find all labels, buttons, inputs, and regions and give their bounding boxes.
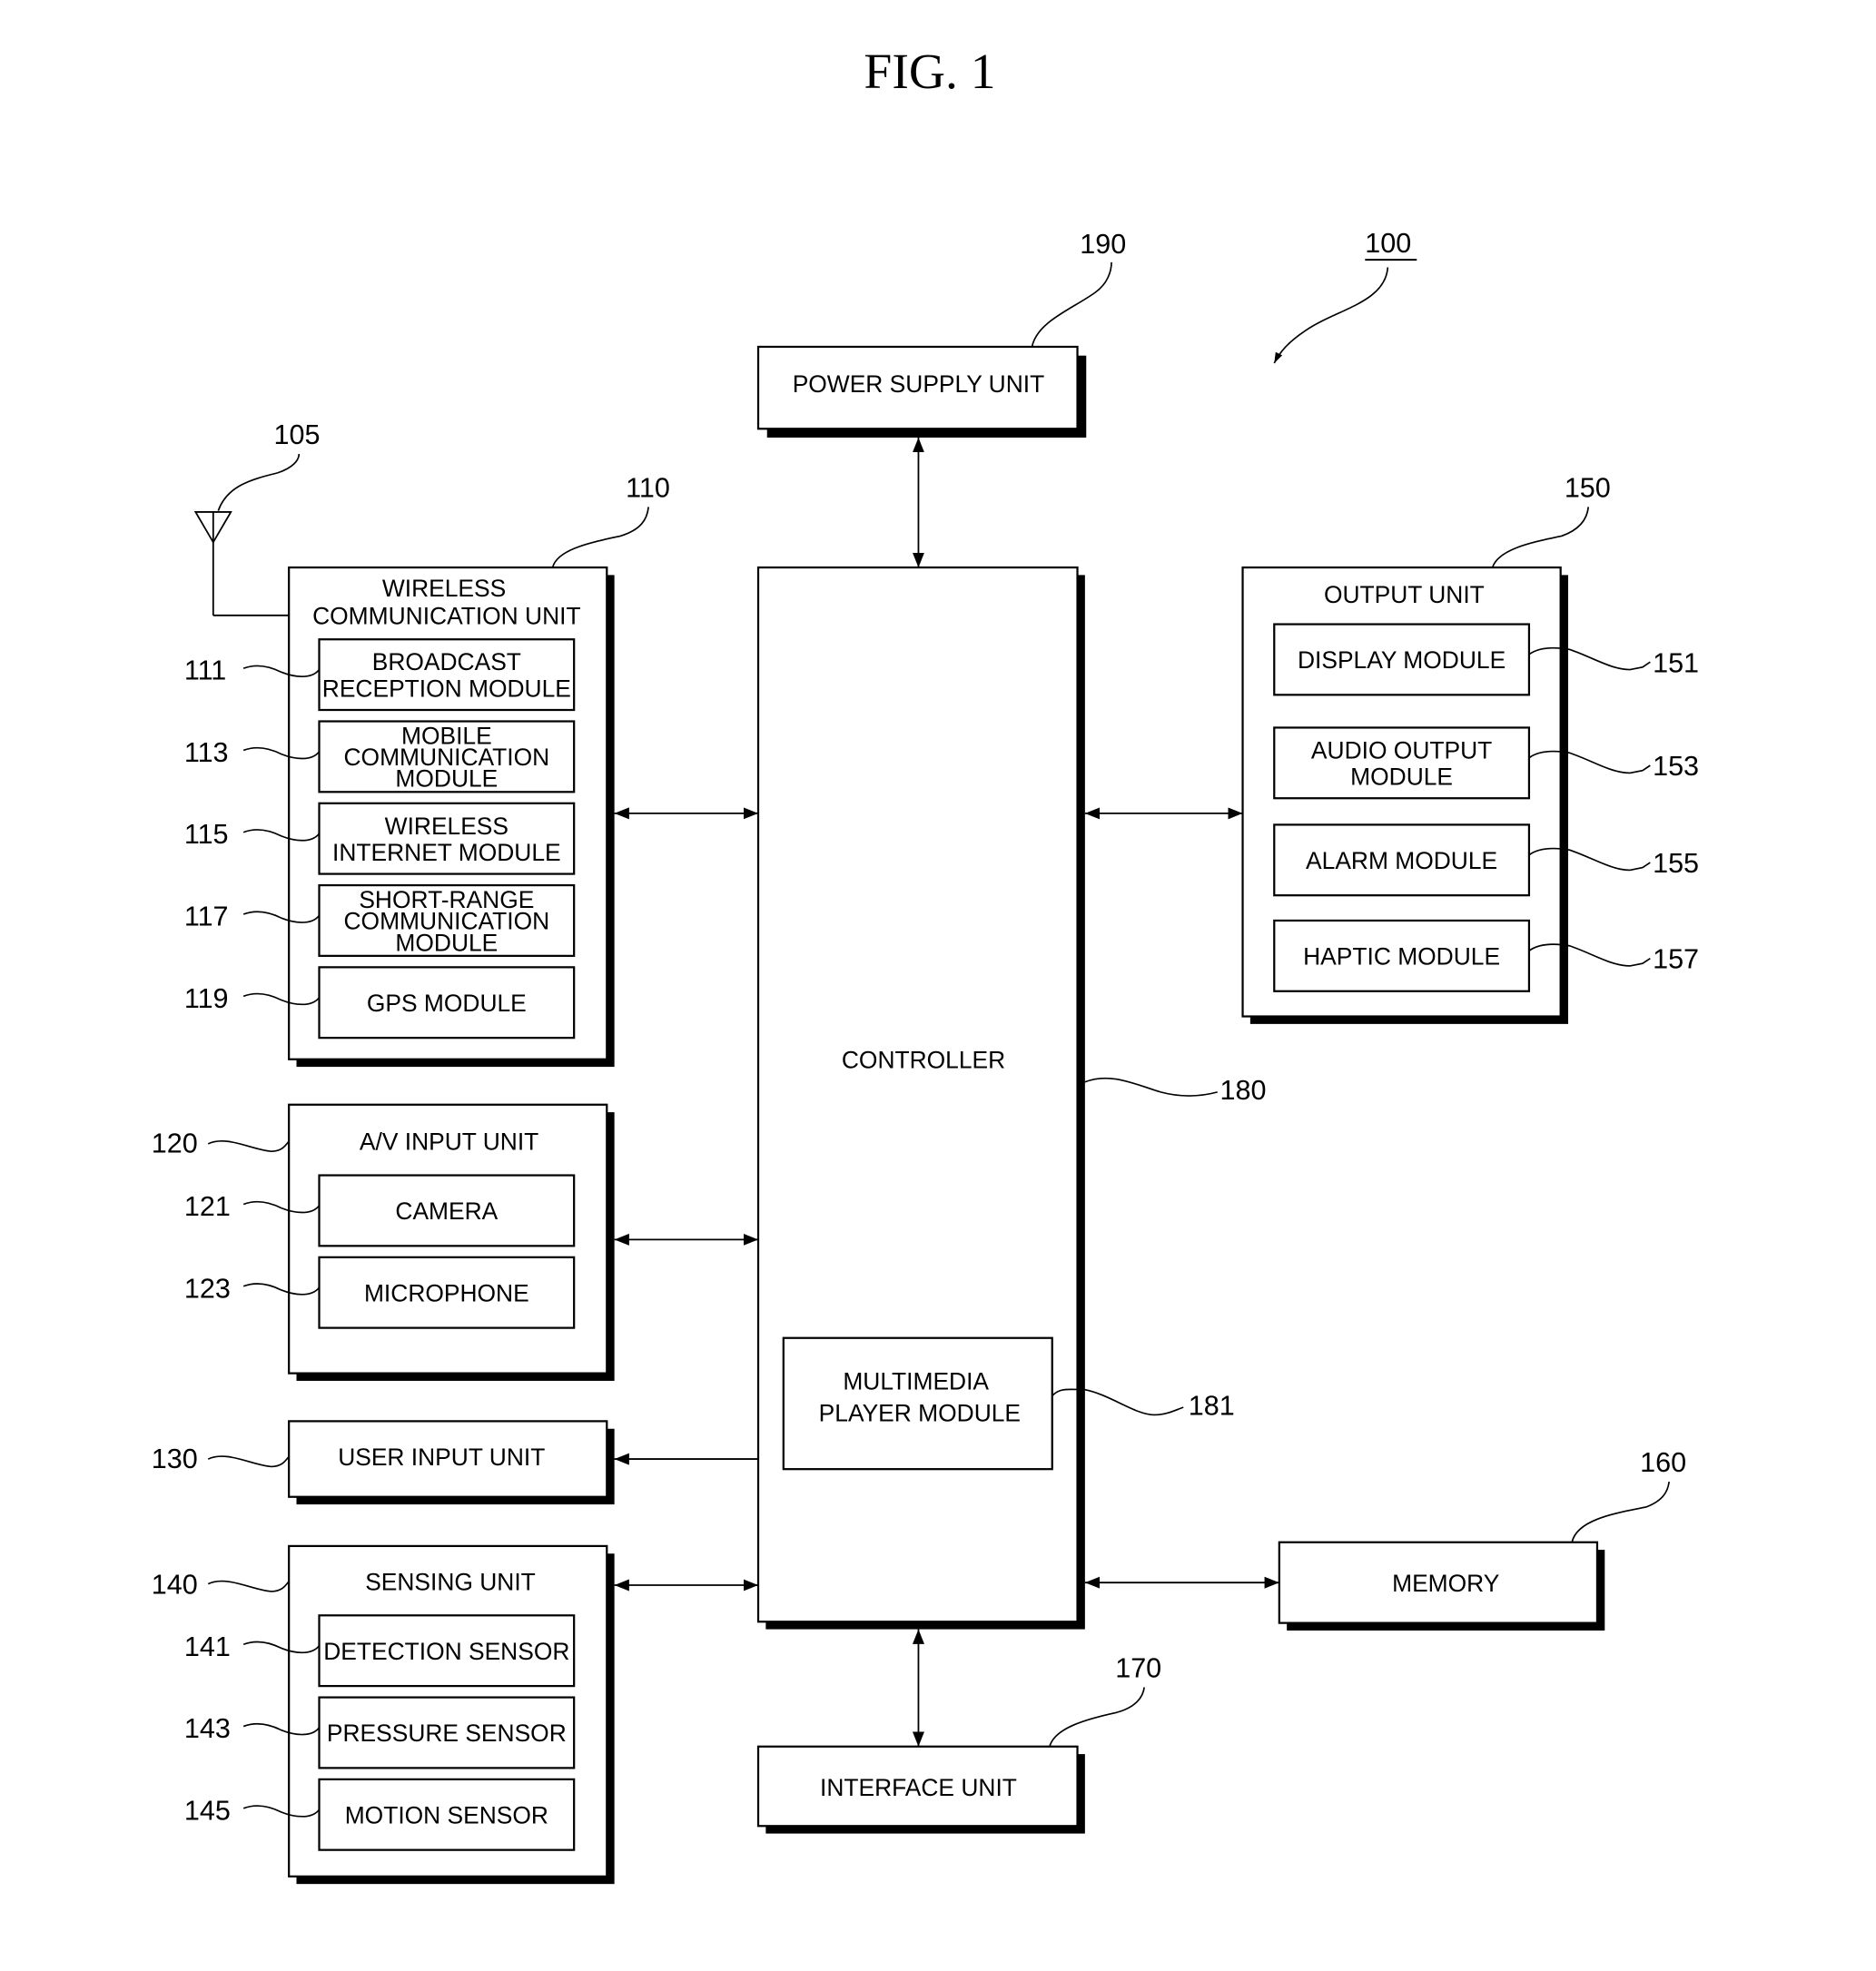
interface-ref: 170 (1115, 1652, 1161, 1683)
sensing-module-label: DETECTION SENSOR (323, 1638, 569, 1665)
wireless-module-ref: 111 (184, 655, 226, 686)
memory: MEMORY 160 (1278, 1447, 1686, 1631)
memory-ref: 160 (1640, 1447, 1686, 1478)
wireless-module-ref: 119 (184, 983, 229, 1014)
output-module-155: ALARM MODULE 155 (1273, 823, 1699, 897)
sensing-module-label: PRESSURE SENSOR (327, 1720, 567, 1747)
av-module-label: MICROPHONE (364, 1279, 529, 1306)
wireless-module-119: GPS MODULE 119 (184, 966, 576, 1040)
multimedia-player-module: MULTIMEDIA PLAYER MODULE 181 (782, 1336, 1235, 1471)
wireless-module-label: BROADCAST (372, 648, 521, 675)
wireless-label-1: WIRELESS (382, 575, 506, 602)
controller: CONTROLLER 180 MULTIMEDIA PLAYER MODULE … (756, 566, 1267, 1630)
av-module-123: MICROPHONE 123 (184, 1256, 576, 1329)
device-arrow-icon (1273, 267, 1389, 364)
sensing-unit: SENSING UNIT 140 DETECTION SENSOR 141 PRES… (152, 1544, 615, 1885)
power-supply-label: POWER SUPPLY UNIT (793, 370, 1045, 398)
sensing-ref: 140 (152, 1570, 198, 1601)
power-supply-unit: POWER SUPPLY UNIT 190 (756, 229, 1126, 438)
wireless-module-label: WIRELESS (385, 813, 508, 840)
av-module-ref: 123 (184, 1273, 231, 1304)
wireless-module-label: MODULE (395, 765, 498, 793)
multimedia-label-2: PLAYER MODULE (819, 1399, 1021, 1426)
sensing-module-145: MOTION SENSOR 145 (184, 1778, 576, 1851)
output-module-151: DISPLAY MODULE 151 (1273, 623, 1699, 696)
output-module-153: AUDIO OUTPUTMODULE 153 (1273, 726, 1699, 800)
output-module-ref: 155 (1653, 848, 1699, 879)
sensing-module-ref: 141 (184, 1631, 231, 1662)
av-module-ref: 121 (184, 1191, 231, 1222)
multimedia-ref: 181 (1189, 1390, 1235, 1421)
wireless-module-115: WIRELESSINTERNET MODULE 115 (184, 802, 576, 875)
sensing-module-141: DETECTION SENSOR 141 (184, 1614, 576, 1688)
sensing-module-143: PRESSURE SENSOR 143 (184, 1696, 576, 1769)
output-label: OUTPUT UNIT (1324, 581, 1485, 608)
interface-label: INTERFACE UNIT (820, 1774, 1017, 1801)
av-input-ref: 120 (152, 1128, 198, 1159)
power-supply-ref: 190 (1080, 229, 1126, 260)
device-ref-100: 100 (1273, 228, 1417, 364)
user-input-ref: 130 (152, 1444, 198, 1474)
output-ref: 150 (1565, 472, 1611, 503)
wireless-module-label: MODULE (395, 929, 498, 956)
wireless-module-111: BROADCASTRECEPTION MODULE 111 (184, 638, 576, 712)
wireless-ref: 110 (626, 472, 670, 503)
output-module-label: DISPLAY MODULE (1298, 646, 1506, 674)
wireless-module-ref: 115 (184, 819, 229, 850)
device-ref-label: 100 (1365, 228, 1411, 259)
antenna-ref: 105 (273, 419, 320, 450)
user-input-label: USER INPUT UNIT (338, 1444, 545, 1471)
figure-title: FIG. 1 (864, 44, 995, 100)
output-module-label: ALARM MODULE (1306, 847, 1497, 874)
output-module-ref: 157 (1653, 944, 1699, 975)
output-module-ref: 151 (1653, 647, 1699, 678)
output-module-157: HAPTIC MODULE 157 (1273, 919, 1699, 992)
sensing-module-label: MOTION SENSOR (345, 1801, 548, 1828)
user-input-unit: USER INPUT UNIT 130 (152, 1420, 615, 1505)
memory-label: MEMORY (1392, 1570, 1500, 1597)
output-module-label: AUDIO OUTPUT (1311, 736, 1492, 764)
av-module-121: CAMERA 121 (184, 1174, 576, 1247)
wireless-module-113: MOBILECOMMUNICATIONMODULE113 (184, 720, 576, 793)
output-module-ref: 153 (1653, 751, 1699, 782)
output-module-label: HAPTIC MODULE (1303, 943, 1500, 971)
output-unit: OUTPUT UNIT 150 DISPLAY MODULE 151 AUDIO O… (1241, 472, 1699, 1024)
wireless-label-2: COMMUNICATION UNIT (312, 603, 581, 630)
wireless-module-ref: 113 (184, 737, 229, 768)
sensing-label: SENSING UNIT (365, 1569, 536, 1596)
wireless-communication-unit: WIRELESS COMMUNICATION UNIT 110 BROADCAS… (184, 472, 670, 1068)
wireless-module-117: SHORT-RANGECOMMUNICATIONMODULE117 (184, 883, 576, 957)
av-input-unit: A/V INPUT UNIT 120 CAMERA 121 MICROPHONE 12… (152, 1103, 615, 1381)
output-module-label: MODULE (1350, 764, 1453, 791)
sensing-module-ref: 143 (184, 1713, 231, 1744)
av-module-label: CAMERA (395, 1197, 498, 1225)
wireless-module-label: GPS MODULE (367, 990, 527, 1017)
block-diagram: FIG. 1 100 105 POWER SUPPLY UNIT 190 CON… (152, 44, 1699, 1885)
wireless-module-label: INTERNET MODULE (332, 839, 561, 866)
multimedia-label-1: MULTIMEDIA (843, 1368, 989, 1395)
wireless-module-ref: 117 (184, 902, 229, 932)
sensing-module-ref: 145 (184, 1795, 231, 1826)
interface-unit: INTERFACE UNIT 170 (756, 1652, 1161, 1834)
wireless-module-label: RECEPTION MODULE (322, 675, 571, 702)
controller-ref: 180 (1220, 1075, 1267, 1106)
av-input-label: A/V INPUT UNIT (360, 1128, 538, 1156)
controller-label: CONTROLLER (842, 1046, 1005, 1073)
